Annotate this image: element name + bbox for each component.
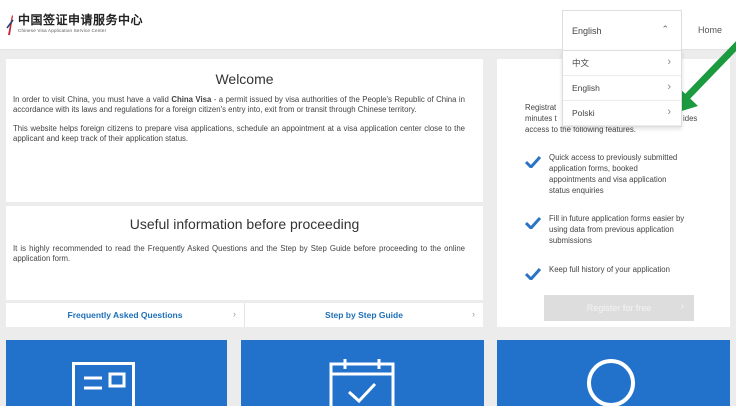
language-option-label: 中文 bbox=[572, 58, 590, 68]
language-selector[interactable]: English ⌃ bbox=[562, 10, 682, 50]
logo-english-text: Chinese Visa Application Service Center bbox=[18, 28, 107, 33]
feature-text: Fill in future application forms easier … bbox=[549, 213, 684, 246]
check-icon bbox=[525, 156, 541, 168]
language-option-english[interactable]: English › bbox=[563, 76, 681, 101]
form-icon bbox=[72, 362, 135, 406]
welcome-paragraph-2: This website helps foreign citizens to p… bbox=[13, 124, 465, 143]
faq-link-label: Frequently Asked Questions bbox=[67, 310, 183, 320]
check-icon bbox=[525, 217, 541, 229]
chevron-right-icon: › bbox=[680, 301, 684, 312]
chevron-right-icon: › bbox=[233, 309, 236, 319]
chevron-right-icon: › bbox=[472, 309, 475, 319]
register-button-label: Register for free bbox=[586, 303, 652, 313]
feature-line: Fill in future application forms easier … bbox=[549, 214, 685, 223]
language-dropdown-menu: 中文 › English › Polski › bbox=[562, 50, 682, 127]
welcome-paragraph-1: In order to visit China, you must have a… bbox=[6, 95, 483, 115]
feature-text: Keep full history of your application bbox=[549, 264, 670, 275]
feature-line: status enquiries bbox=[549, 186, 604, 195]
feature-line: using data from previous application bbox=[549, 225, 674, 234]
useful-info-title: Useful information before proceeding bbox=[129, 216, 360, 232]
tile-appointment[interactable] bbox=[241, 340, 484, 406]
logo-mark-icon bbox=[6, 15, 14, 35]
step-by-step-guide-link[interactable]: Step by Step Guide › bbox=[244, 303, 483, 327]
feature-line: Quick access to previously submitted bbox=[549, 153, 678, 162]
chevron-up-icon: ⌃ bbox=[661, 24, 669, 34]
register-intro-line: Registrat bbox=[525, 103, 557, 112]
chevron-right-icon: › bbox=[667, 56, 671, 68]
feature-text: Quick access to previously submitted app… bbox=[549, 152, 677, 196]
feature-line: Keep full history of your application bbox=[549, 265, 670, 274]
register-intro-fragment: ides bbox=[683, 114, 698, 123]
help-links-row: Frequently Asked Questions › Step by Ste… bbox=[6, 303, 483, 327]
useful-info-card: Useful information before proceeding It … bbox=[6, 206, 483, 300]
register-button[interactable]: Register for free › bbox=[544, 295, 694, 321]
home-link[interactable]: Home bbox=[698, 25, 722, 35]
china-visa-bold: China Visa bbox=[171, 95, 212, 104]
welcome-text: In order to visit China, you must have a… bbox=[13, 95, 172, 104]
calendar-check-icon bbox=[329, 359, 395, 406]
tile-status-enquiry[interactable] bbox=[497, 340, 730, 406]
tile-application-form[interactable] bbox=[6, 340, 227, 406]
welcome-card: Welcome In order to visit China, you mus… bbox=[6, 59, 483, 202]
site-logo[interactable]: 中国签证申请服务中心 Chinese Visa Application Serv… bbox=[6, 14, 143, 36]
guide-link-label: Step by Step Guide bbox=[325, 310, 403, 320]
current-language: English bbox=[572, 25, 602, 36]
feature-line: submissions bbox=[549, 236, 592, 245]
language-option-chinese[interactable]: 中文 › bbox=[563, 51, 681, 76]
language-option-polish[interactable]: Polski › bbox=[563, 101, 681, 126]
check-icon bbox=[525, 268, 541, 280]
faq-link[interactable]: Frequently Asked Questions › bbox=[6, 303, 244, 327]
welcome-title: Welcome bbox=[215, 71, 274, 87]
useful-info-paragraph: It is highly recommended to read the Fre… bbox=[13, 244, 465, 263]
logo-chinese-text: 中国签证申请服务中心 bbox=[18, 13, 144, 27]
feature-line: application forms, booked bbox=[549, 164, 638, 173]
language-option-label: English bbox=[572, 83, 600, 93]
language-option-label: Polski bbox=[572, 108, 595, 118]
search-icon bbox=[587, 359, 635, 406]
chevron-right-icon: › bbox=[667, 106, 671, 118]
chevron-right-icon: › bbox=[667, 81, 671, 93]
feature-line: appointments and visa application bbox=[549, 175, 667, 184]
